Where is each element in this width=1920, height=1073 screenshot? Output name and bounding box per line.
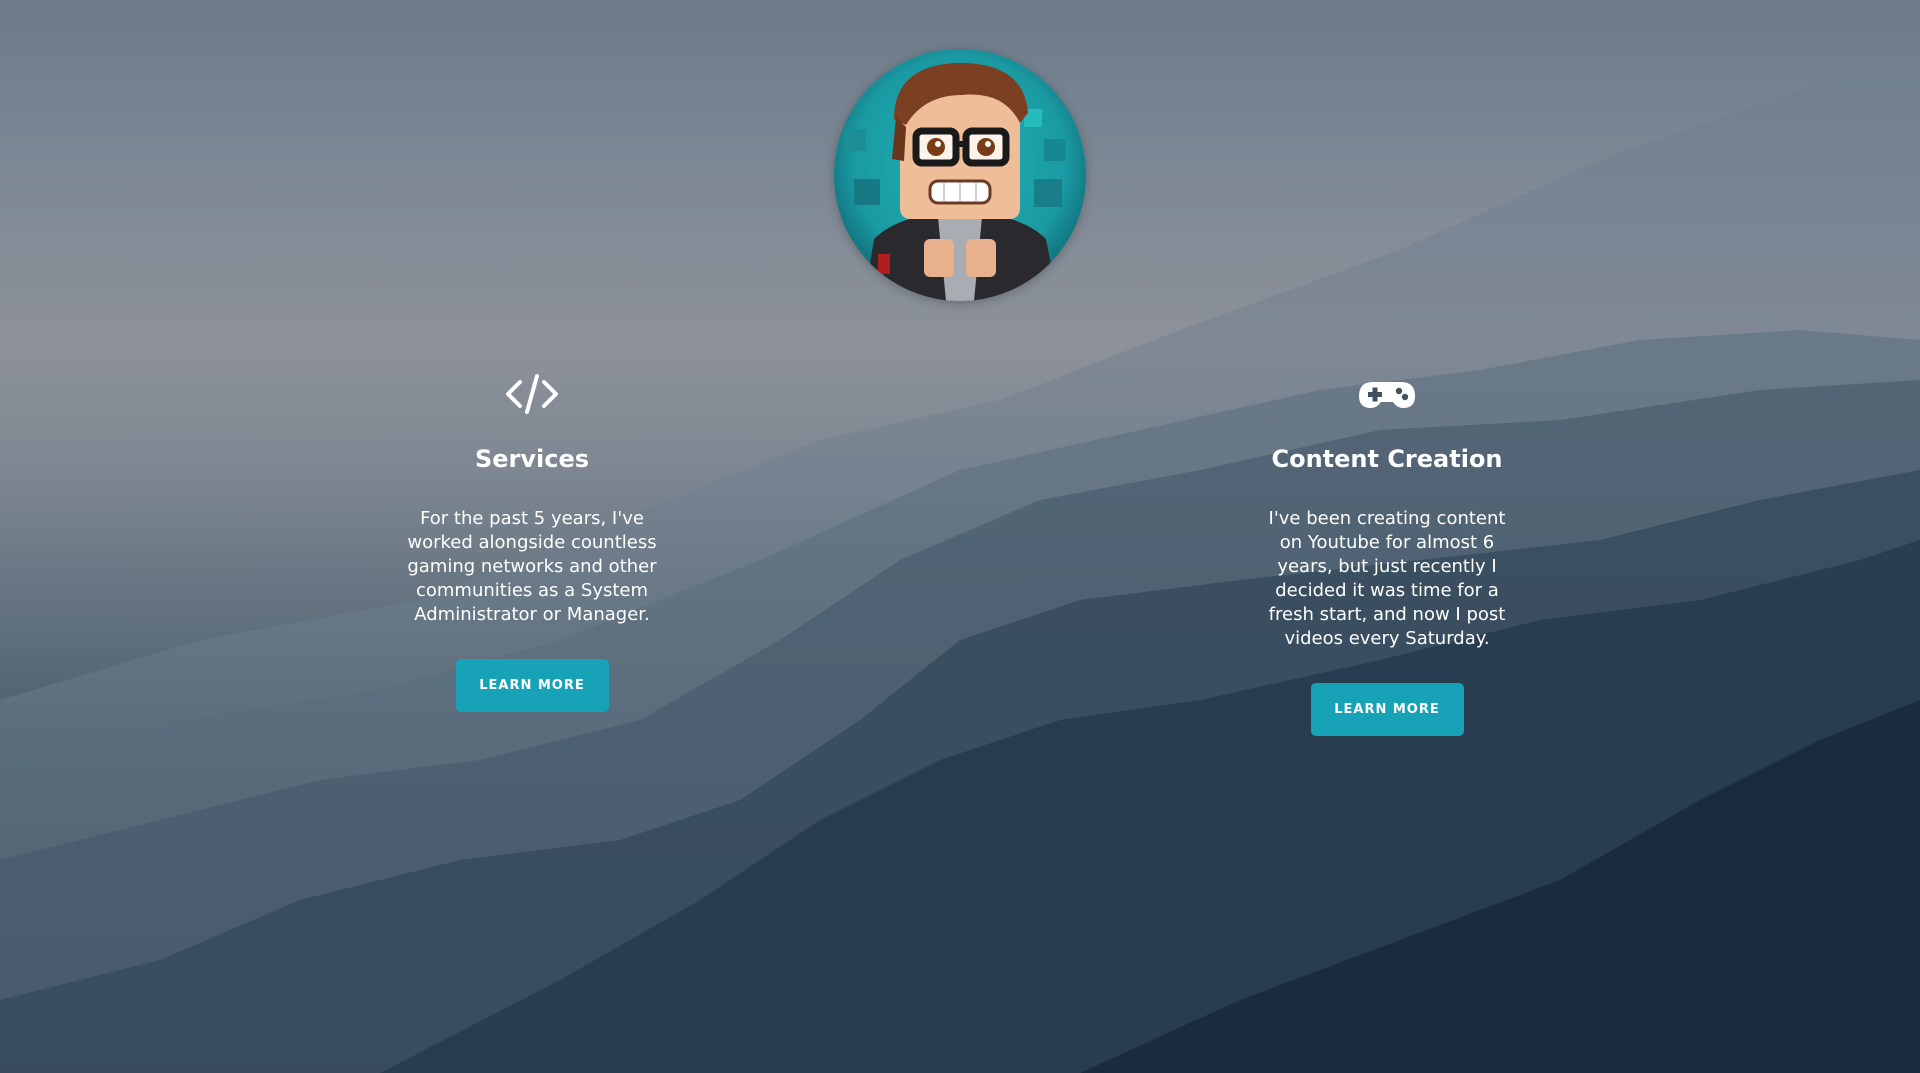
content-creation-column: Content Creation I've been creating cont… (1247, 370, 1527, 736)
services-description: For the past 5 years, I've worked alongs… (407, 508, 657, 625)
services-learn-more-button[interactable]: LEARN MORE (455, 659, 609, 712)
avatar (834, 49, 1086, 301)
gamepad-icon (1359, 382, 1415, 408)
code-icon (506, 374, 558, 414)
avatar-cartoon-man-glasses-icon (834, 49, 1086, 301)
content-creation-title: Content Creation (1271, 445, 1503, 473)
page-background: Services For the past 5 years, I've work… (0, 0, 1920, 1073)
services-column: Services For the past 5 years, I've work… (392, 370, 672, 712)
content-creation-description: I've been creating content on Youtube fo… (1268, 508, 1506, 649)
services-title: Services (474, 445, 590, 473)
content-creation-learn-more-button[interactable]: LEARN MORE (1310, 683, 1464, 736)
